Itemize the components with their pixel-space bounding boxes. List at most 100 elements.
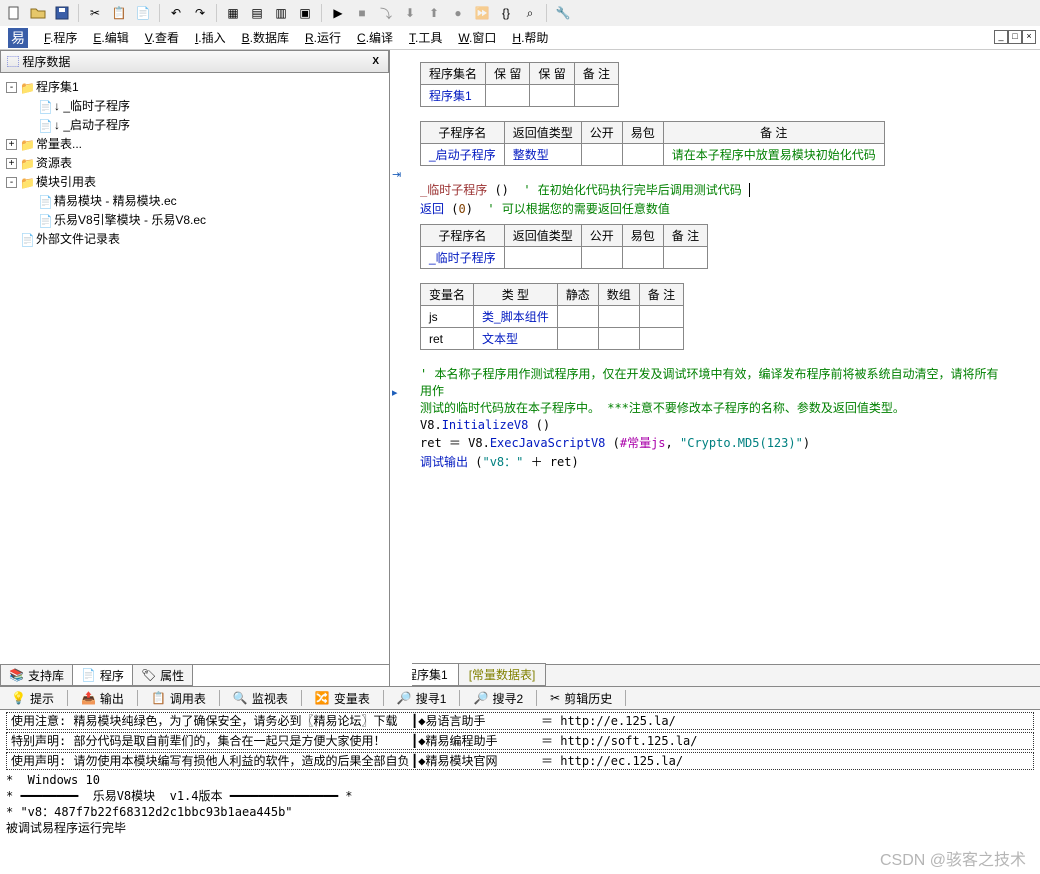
left-tab[interactable]: 🏷属性 xyxy=(132,665,193,686)
menu-b[interactable]: B.数据库 xyxy=(234,29,297,47)
tile-icon[interactable]: ▦ xyxy=(223,3,243,23)
step-out-icon[interactable]: ⬆ xyxy=(424,3,444,23)
maximize-button[interactable]: □ xyxy=(1008,30,1022,44)
output-row: 使用声明: 请勿使用本模块编写有损他人利益的软件，造成的后果全部自负┃◆精易模块… xyxy=(6,752,1034,770)
panel-title-bar[interactable]: ⬚ 程序数据 X xyxy=(0,50,389,73)
editor-tab[interactable]: [常量数据表] xyxy=(458,663,547,686)
tree-item[interactable]: -📁模块引用表 xyxy=(2,172,387,191)
tree-item[interactable]: 📄外部文件记录表 xyxy=(2,229,387,248)
menu-w[interactable]: W.窗口 xyxy=(450,29,504,47)
find-icon[interactable]: ⌕ xyxy=(520,3,540,23)
table-locals[interactable]: 变量名类 型静态数组备 注js类_脚本组件ret文本型 xyxy=(420,283,684,350)
menu-t[interactable]: T.工具 xyxy=(401,29,450,47)
breakpoint-icon[interactable]: ● xyxy=(448,3,468,23)
project-tree[interactable]: -📁程序集1📄↓ _临时子程序📄↓ _启动子程序+📁常量表...+📁资源表-📁模… xyxy=(0,73,389,664)
menubar: 易 F.程序E.编辑V.查看I.插入B.数据库R.运行C.编译T.工具W.窗口H… xyxy=(0,26,1040,50)
split-h-icon[interactable]: ▥ xyxy=(271,3,291,23)
tool-icon[interactable]: 🔧 xyxy=(553,3,573,23)
tree-item[interactable]: +📁常量表... xyxy=(2,134,387,153)
left-tab[interactable]: 📚支持库 xyxy=(0,665,73,686)
table-sub-temp[interactable]: 子程序名返回值类型公开易包备 注_临时子程序 xyxy=(420,224,708,269)
braces-icon[interactable]: {} xyxy=(496,3,516,23)
tab-icon: 📄 xyxy=(81,668,96,682)
table-programset[interactable]: 程序集名保 留保 留备 注程序集1 xyxy=(420,62,619,107)
main-toolbar: ✂ 📋 📄 ↶ ↷ ▦ ▤ ▥ ▣ ▶ ■ ⤵ ⬇ ⬆ ● ⏩ {} ⌕ 🔧 xyxy=(0,0,1040,26)
tree-expand-icon[interactable]: - xyxy=(6,177,17,188)
tree-item[interactable]: 📄乐易V8引擎模块 - 乐易V8.ec xyxy=(2,210,387,229)
bottom-tab[interactable]: ✂剪辑历史 xyxy=(543,687,619,710)
tree-item[interactable]: +📁资源表 xyxy=(2,153,387,172)
undo-icon[interactable]: ↶ xyxy=(166,3,186,23)
panel-title: ⬚ 程序数据 xyxy=(7,53,70,70)
step-over-icon[interactable]: ⤵ xyxy=(376,3,396,23)
tree-item[interactable]: 📄精易模块 - 精易模块.ec xyxy=(2,191,387,210)
gutter-arrow-icon: ⇥ xyxy=(392,168,401,181)
panel-close-button[interactable]: X xyxy=(369,56,382,67)
tree-expand-icon[interactable]: + xyxy=(6,158,17,169)
menu-i[interactable]: I.插入 xyxy=(187,29,234,47)
tree-item[interactable]: -📁程序集1 xyxy=(2,77,387,96)
stop-icon[interactable]: ■ xyxy=(352,3,372,23)
table-row[interactable]: _临时子程序 xyxy=(421,247,708,269)
continue-icon[interactable]: ⏩ xyxy=(472,3,492,23)
tree-expand-icon[interactable]: + xyxy=(6,139,17,150)
table-row[interactable]: ret文本型 xyxy=(421,328,684,350)
bottom-tab[interactable]: 🔍监视表 xyxy=(226,687,295,710)
menu-c[interactable]: C.编译 xyxy=(349,29,401,47)
code-editor[interactable]: ⇥ ▸ 程序集名保 留保 留备 注程序集1 子程序名返回值类型公开易包备 注_启… xyxy=(390,50,1040,664)
paste-icon[interactable]: 📄 xyxy=(133,3,153,23)
tree-node-icon: 📄 xyxy=(38,119,52,133)
cascade-icon[interactable]: ▤ xyxy=(247,3,267,23)
tab-icon: 🔎 xyxy=(397,691,412,705)
new-icon[interactable] xyxy=(4,3,24,23)
bottom-tab[interactable]: 📋调用表 xyxy=(144,687,213,710)
left-tabs: 📚支持库📄程序🏷属性 xyxy=(0,664,389,686)
menu-r[interactable]: R.运行 xyxy=(297,29,349,47)
close-button[interactable]: × xyxy=(1022,30,1036,44)
redo-icon[interactable]: ↷ xyxy=(190,3,210,23)
left-tab[interactable]: 📄程序 xyxy=(72,665,133,686)
table-row[interactable]: js类_脚本组件 xyxy=(421,306,684,328)
step-into-icon[interactable]: ⬇ xyxy=(400,3,420,23)
menu-e[interactable]: E.编辑 xyxy=(85,29,136,47)
cut-icon[interactable]: ✂ xyxy=(85,3,105,23)
tree-node-icon: 📄 xyxy=(38,214,52,228)
tab-icon: 🔎 xyxy=(473,691,488,705)
table-row[interactable]: _启动子程序整数型请在本子程序中放置易模块初始化代码 xyxy=(421,144,885,166)
tree-node-icon: 📁 xyxy=(20,138,34,152)
menu-h[interactable]: H.帮助 xyxy=(504,29,556,47)
tab-icon: 📤 xyxy=(81,691,96,705)
gutter-arrow-icon: ▸ xyxy=(392,386,398,399)
run-icon[interactable]: ▶ xyxy=(328,3,348,23)
output-panel[interactable]: 使用注意: 精易模块纯绿色，为了确保安全，请务必到〖精易论坛〗下载┃◆易语言助手… xyxy=(0,710,1040,848)
open-icon[interactable] xyxy=(28,3,48,23)
table-sub-start[interactable]: 子程序名返回值类型公开易包备 注_启动子程序整数型请在本子程序中放置易模块初始化… xyxy=(420,121,885,166)
bottom-tab[interactable]: 🔀变量表 xyxy=(308,687,377,710)
tree-node-icon: 📄 xyxy=(38,195,52,209)
editor-panel: ⇥ ▸ 程序集名保 留保 留备 注程序集1 子程序名返回值类型公开易包备 注_启… xyxy=(390,50,1040,686)
output-row: 使用注意: 精易模块纯绿色，为了确保安全，请务必到〖精易论坛〗下载┃◆易语言助手… xyxy=(6,712,1034,730)
bottom-tab[interactable]: 📤输出 xyxy=(74,687,131,710)
left-panel: ⬚ 程序数据 X -📁程序集1📄↓ _临时子程序📄↓ _启动子程序+📁常量表..… xyxy=(0,50,390,686)
menu-v[interactable]: V.查看 xyxy=(137,29,187,47)
tree-node-icon: 📁 xyxy=(20,157,34,171)
tab-icon: 💡 xyxy=(11,691,26,705)
bottom-tab[interactable]: 🔎搜寻2 xyxy=(466,687,530,710)
save-icon[interactable] xyxy=(52,3,72,23)
tab-icon: ✂ xyxy=(550,691,560,705)
app-logo-icon: 易 xyxy=(8,28,28,48)
output-row: 特别声明: 部分代码是取自前辈们的，集合在一起只是方便大家使用！┃◆精易编程助手… xyxy=(6,732,1034,750)
bottom-tabs: 💡提示 📤输出 📋调用表 🔍监视表 🔀变量表 🔎搜寻1 🔎搜寻2 ✂剪辑历史 xyxy=(0,686,1040,710)
tree-expand-icon[interactable]: - xyxy=(6,82,17,93)
minimize-button[interactable]: _ xyxy=(994,30,1008,44)
bottom-tab[interactable]: 💡提示 xyxy=(4,687,61,710)
copy-icon[interactable]: 📋 xyxy=(109,3,129,23)
svg-text:易: 易 xyxy=(11,32,25,47)
bottom-tab[interactable]: 🔎搜寻1 xyxy=(390,687,454,710)
tree-item[interactable]: 📄↓ _临时子程序 xyxy=(2,96,387,115)
tree-item[interactable]: 📄↓ _启动子程序 xyxy=(2,115,387,134)
split-v-icon[interactable]: ▣ xyxy=(295,3,315,23)
table-row[interactable]: 程序集1 xyxy=(421,85,619,107)
editor-gutter: ⇥ ▸ xyxy=(390,50,412,664)
menu-f[interactable]: F.程序 xyxy=(36,29,85,47)
